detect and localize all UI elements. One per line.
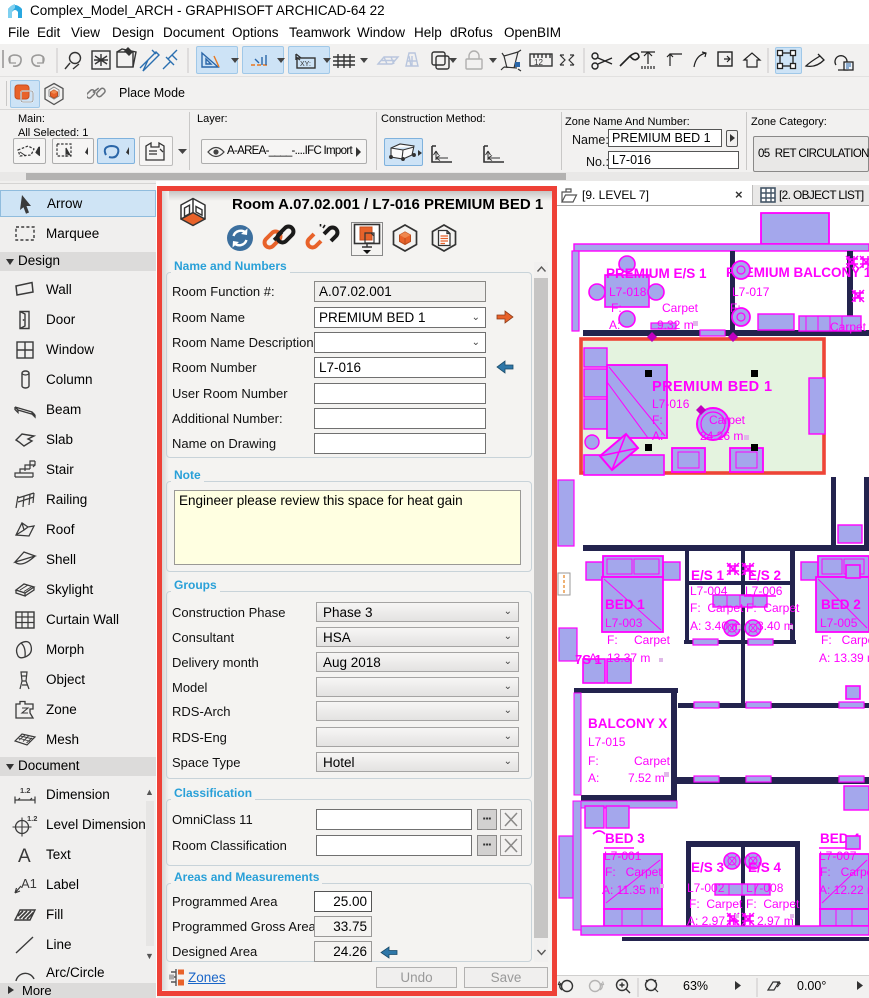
svg-text:BED 2: BED 2: [821, 597, 861, 612]
svg-text:L7-016: L7-016: [652, 397, 690, 411]
svg-text:F: Carpe: F: Carpe: [820, 865, 869, 879]
svg-text:A: 13.39 m: A: 13.39 m: [819, 651, 869, 665]
svg-text:F: Carpet: F: Carpet: [746, 601, 800, 615]
svg-text:A: 12.22 m: A: 12.22 m: [819, 883, 869, 897]
svg-text:A1: A1: [21, 876, 37, 891]
svg-text:E/S 2: E/S 2: [748, 568, 781, 583]
svg-text:Carpet: Carpet: [709, 413, 746, 427]
svg-text:1.2: 1.2: [20, 786, 30, 795]
svg-text:BALCONY X: BALCONY X: [588, 716, 667, 731]
svg-text:A: 3.40 m: A: 3.40 m: [690, 619, 741, 633]
svg-text:12: 12: [534, 58, 543, 67]
svg-text:Carpet: Carpet: [662, 301, 699, 315]
svg-text:3.40 m: 3.40 m: [757, 619, 794, 633]
svg-text:L7-002: L7-002: [687, 881, 725, 895]
svg-text:Carpet: Carpet: [634, 754, 671, 768]
svg-text:A:: A:: [609, 318, 620, 332]
svg-text:E/S 1: E/S 1: [691, 568, 725, 583]
svg-text:F:: F:: [588, 754, 599, 768]
svg-text:F:: F:: [611, 301, 622, 315]
svg-text:F:: F:: [652, 413, 663, 427]
svg-text:L7-018: L7-018: [609, 285, 647, 299]
svg-text:PREMIUM E/S 1: PREMIUM E/S 1: [606, 266, 707, 281]
svg-text:A:: A:: [652, 429, 663, 443]
svg-text:A: A: [18, 846, 31, 867]
svg-text:L7-007: L7-007: [819, 849, 857, 863]
svg-text:1.2: 1.2: [27, 814, 37, 823]
svg-text:7.52 m: 7.52 m: [628, 771, 665, 785]
svg-text:L7-017: L7-017: [732, 285, 770, 299]
svg-text:L7-008: L7-008: [746, 881, 784, 895]
svg-text:F: Carpet: F: Carpet: [689, 897, 743, 911]
svg-text:L7-003: L7-003: [605, 616, 643, 630]
svg-text:XY:: XY:: [300, 61, 311, 68]
svg-text:0.00°: 0.00°: [797, 979, 826, 993]
svg-text:BED 1: BED 1: [605, 597, 645, 612]
svg-text:E/S 4: E/S 4: [748, 860, 782, 875]
svg-text:A: 11.35 m: A: 11.35 m: [602, 883, 659, 897]
svg-text:7S 1: 7S 1: [575, 652, 602, 667]
svg-text:F: Carpet: F: Carpet: [746, 897, 800, 911]
svg-text:L7-001: L7-001: [604, 849, 642, 863]
svg-text:A:: A:: [588, 771, 599, 785]
svg-text:9.32 m: 9.32 m: [657, 318, 694, 332]
svg-text:L7-015: L7-015: [588, 735, 626, 749]
svg-text:BED 3: BED 3: [605, 831, 645, 846]
svg-text:PREMIUM BED 1: PREMIUM BED 1: [652, 379, 772, 395]
svg-text:L7-005: L7-005: [820, 616, 858, 630]
svg-text:L7-004: L7-004: [690, 584, 728, 598]
svg-text:F:: F:: [607, 633, 618, 647]
svg-text:Carpet: Carpet: [830, 320, 867, 334]
svg-text:F: Carpe: F: Carpe: [821, 633, 869, 647]
svg-text:63%: 63%: [683, 979, 708, 993]
svg-text:F: Carpet: F: Carpet: [690, 601, 744, 615]
svg-text:F: Carpet: F: Carpet: [605, 865, 662, 879]
svg-text:E/S 3: E/S 3: [691, 860, 725, 875]
svg-text:24.26 m: 24.26 m: [700, 429, 743, 443]
svg-text:Carpet: Carpet: [634, 633, 671, 647]
